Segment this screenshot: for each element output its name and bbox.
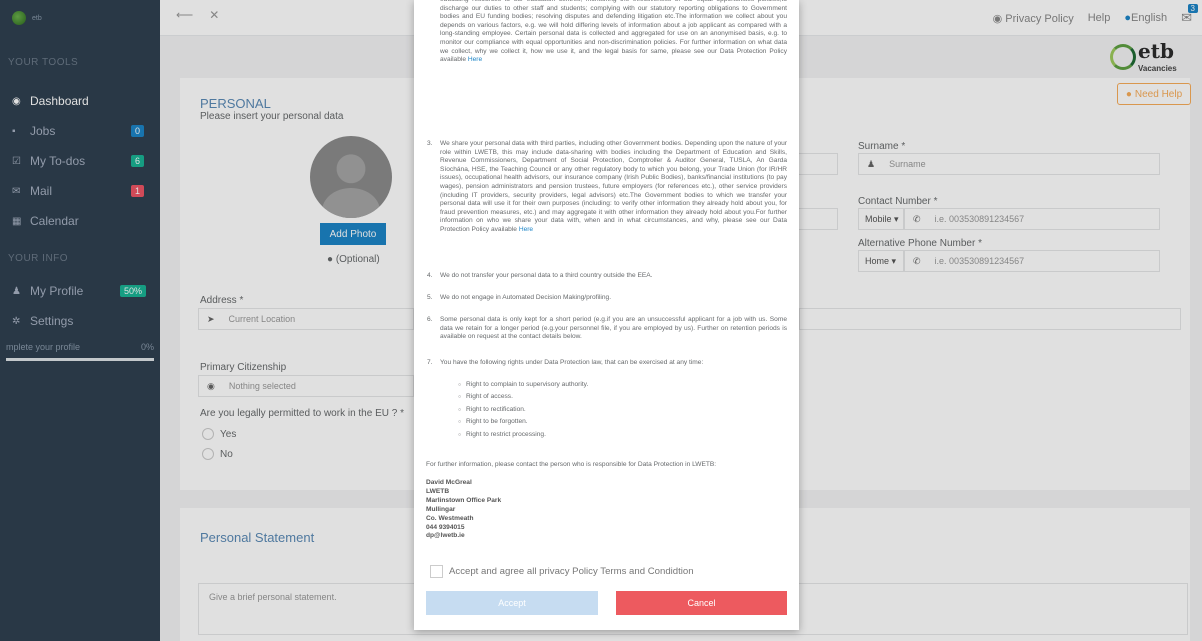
contact-intro: For further information, please contact …	[426, 461, 717, 468]
policy-number: 5.	[427, 294, 433, 301]
policy-link-here[interactable]: Here	[468, 56, 482, 63]
policy-paragraph-2-text: educating resources to our education cen…	[440, 0, 787, 64]
policy-paragraph-6: Some personal data is only kept for a sh…	[440, 316, 787, 341]
contact-name: David McGreal	[426, 479, 472, 486]
policy-number: 4.	[427, 272, 433, 279]
policy-paragraph-2-tail: educating resources to our education cen…	[440, 0, 787, 65]
policy-paragraph-7: You have the following rights under Data…	[440, 359, 704, 366]
dpo-contact-block: David McGreal LWETB Marlinstown Office P…	[426, 479, 501, 541]
agree-terms-checkbox-row[interactable]: Accept and agree all privacy Policy Term…	[430, 565, 694, 578]
contact-county: Co. Westmeath	[426, 514, 474, 522]
rights-list-item: Right to complain to supervisory authori…	[458, 379, 588, 391]
rights-list-item: Right to be forgotten.	[458, 416, 588, 428]
policy-link-here[interactable]: Here	[519, 226, 533, 233]
policy-paragraph-3: We share your personal data with third p…	[440, 140, 787, 235]
rights-list-item: Right to restrict processing.	[458, 429, 588, 441]
rights-list-item: Right of access.	[458, 391, 588, 403]
contact-phone: 044 9394015	[426, 523, 465, 531]
policy-paragraph-4: We do not transfer your personal data to…	[440, 272, 653, 279]
policy-paragraph-3-text: We share your personal data with third p…	[440, 140, 787, 233]
policy-number: 6.	[427, 316, 433, 323]
contact-email: dp@lwetb.ie	[426, 532, 465, 540]
accept-button[interactable]: Accept	[426, 591, 598, 615]
policy-number: 7.	[427, 359, 433, 366]
agree-terms-label: Accept and agree all privacy Policy Term…	[449, 566, 694, 577]
policy-number: 3.	[427, 140, 433, 147]
rights-list: Right to complain to supervisory authori…	[458, 379, 588, 441]
privacy-policy-modal: educating resources to our education cen…	[414, 0, 799, 630]
contact-address-line: Marlinstown Office Park	[426, 496, 502, 504]
contact-org: LWETB	[426, 487, 450, 495]
agree-checkbox[interactable]	[430, 565, 443, 578]
contact-town: Mullingar	[426, 505, 456, 513]
policy-paragraph-5: We do not engage in Automated Decision M…	[440, 294, 612, 301]
rights-list-item: Right to rectification.	[458, 404, 588, 416]
cancel-button[interactable]: Cancel	[616, 591, 787, 615]
